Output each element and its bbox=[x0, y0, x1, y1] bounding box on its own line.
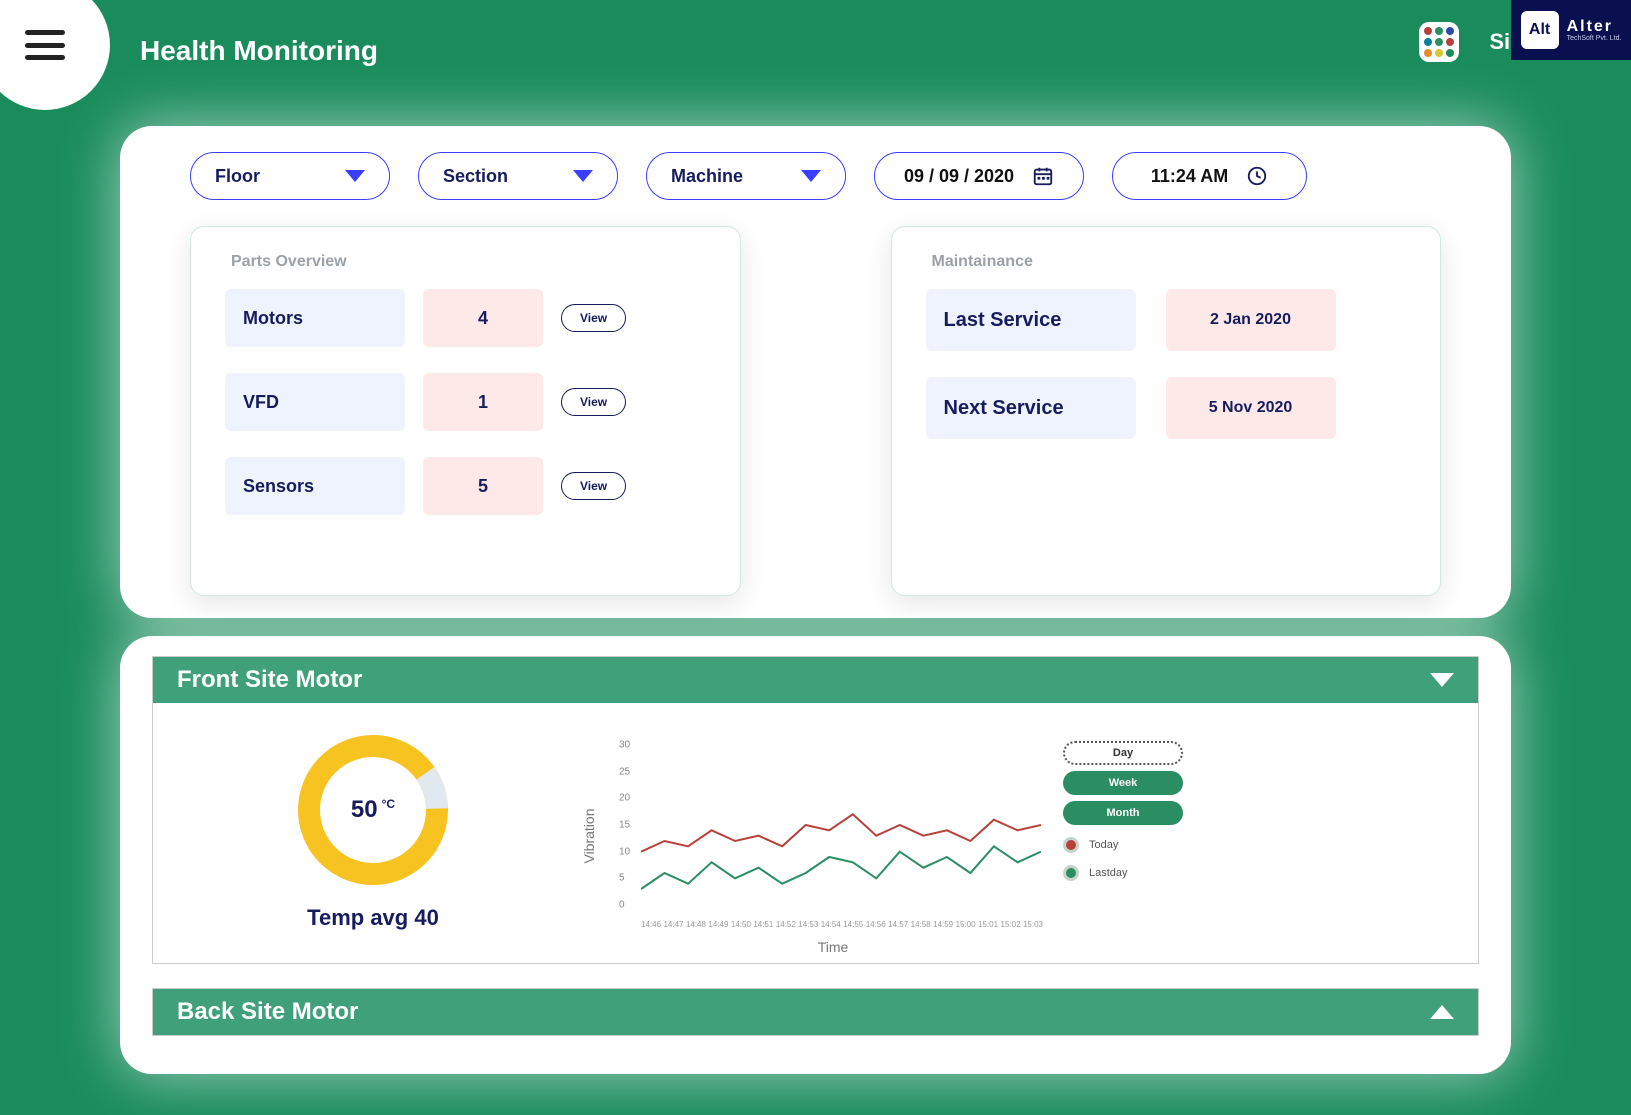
maint-label: Next Service bbox=[926, 377, 1136, 439]
part-label: VFD bbox=[225, 373, 405, 431]
floor-select[interactable]: Floor bbox=[190, 152, 390, 200]
machine-select[interactable]: Machine bbox=[646, 152, 846, 200]
part-count: 4 bbox=[423, 289, 543, 347]
maintenance-card: Maintainance Last Service 2 Jan 2020 Nex… bbox=[891, 226, 1442, 596]
maint-row-last: Last Service 2 Jan 2020 bbox=[926, 289, 1407, 351]
gauge-value: 50 bbox=[351, 796, 378, 824]
part-count: 5 bbox=[423, 457, 543, 515]
overview-panel: Floor Section Machine 09 / 09 / 2020 11:… bbox=[120, 126, 1511, 618]
scope-day-button[interactable]: Day bbox=[1063, 741, 1183, 765]
gauge-unit: °C bbox=[382, 797, 395, 811]
part-label: Motors bbox=[225, 289, 405, 347]
front-motor-body: 50 °C Temp avg 40 Vibration Time 05101520… bbox=[153, 703, 1478, 963]
part-label: Sensors bbox=[225, 457, 405, 515]
legend-today-label: Today bbox=[1089, 839, 1118, 851]
scope-week-button[interactable]: Week bbox=[1063, 771, 1183, 795]
view-button[interactable]: View bbox=[561, 304, 626, 332]
front-motor-accordion: Front Site Motor 50 °C Temp avg 40 Vibrat… bbox=[152, 656, 1479, 964]
back-motor-title: Back Site Motor bbox=[177, 998, 358, 1026]
clock-icon bbox=[1246, 165, 1268, 187]
machine-label: Machine bbox=[671, 166, 743, 187]
logo-mark: Alt bbox=[1521, 11, 1559, 49]
part-row-motors: Motors 4 View bbox=[225, 289, 706, 347]
scope-month-button[interactable]: Month bbox=[1063, 801, 1183, 825]
logo-subtext: TechSoft Pvt. Ltd. bbox=[1567, 35, 1622, 42]
logo-text: Alter bbox=[1567, 19, 1622, 35]
part-row-vfd: VFD 1 View bbox=[225, 373, 706, 431]
maint-value: 2 Jan 2020 bbox=[1166, 289, 1336, 351]
filter-bar: Floor Section Machine 09 / 09 / 2020 11:… bbox=[190, 152, 1441, 200]
chevron-down-icon bbox=[1430, 673, 1454, 687]
chart-legend: Day Week Month Today Lastday bbox=[1063, 741, 1183, 881]
date-value: 09 / 09 / 2020 bbox=[904, 166, 1014, 187]
maint-label: Last Service bbox=[926, 289, 1136, 351]
chevron-down-icon bbox=[801, 170, 821, 182]
time-value: 11:24 AM bbox=[1151, 166, 1228, 187]
legend-green-dot-icon bbox=[1063, 865, 1079, 881]
legend-lastday: Lastday bbox=[1063, 865, 1183, 881]
app-grid-icon[interactable] bbox=[1419, 22, 1459, 62]
back-motor-accordion: Back Site Motor bbox=[152, 988, 1479, 1036]
vibration-chart-area: Vibration Time 051015202530 14:4614:4714… bbox=[623, 735, 1448, 931]
legend-lastday-label: Lastday bbox=[1089, 867, 1128, 879]
part-count: 1 bbox=[423, 373, 543, 431]
date-picker[interactable]: 09 / 09 / 2020 bbox=[874, 152, 1084, 200]
view-button[interactable]: View bbox=[561, 472, 626, 500]
floor-label: Floor bbox=[215, 166, 260, 187]
temp-gauge: 50 °C Temp avg 40 bbox=[183, 735, 563, 931]
time-picker[interactable]: 11:24 AM bbox=[1112, 152, 1307, 200]
legend-today: Today bbox=[1063, 837, 1183, 853]
vibration-chart: Vibration Time 051015202530 14:4614:4714… bbox=[623, 741, 1043, 931]
parts-overview-card: Parts Overview Motors 4 View VFD 1 View … bbox=[190, 226, 741, 596]
temp-avg-label: Temp avg 40 bbox=[307, 905, 439, 931]
menu-button[interactable] bbox=[0, 0, 110, 110]
front-motor-title: Front Site Motor bbox=[177, 666, 362, 694]
back-motor-header[interactable]: Back Site Motor bbox=[153, 989, 1478, 1035]
chart-svg bbox=[641, 745, 1041, 905]
section-select[interactable]: Section bbox=[418, 152, 618, 200]
chevron-down-icon bbox=[573, 170, 593, 182]
legend-red-dot-icon bbox=[1063, 837, 1079, 853]
calendar-icon bbox=[1032, 165, 1054, 187]
maintenance-heading: Maintainance bbox=[932, 253, 1407, 271]
page-title: Health Monitoring bbox=[140, 35, 378, 67]
motors-panel: Front Site Motor 50 °C Temp avg 40 Vibrat… bbox=[120, 636, 1511, 1074]
part-row-sensors: Sensors 5 View bbox=[225, 457, 706, 515]
company-logo: Alt Alter TechSoft Pvt. Ltd. bbox=[1511, 0, 1631, 60]
chevron-down-icon bbox=[345, 170, 365, 182]
view-button[interactable]: View bbox=[561, 388, 626, 416]
chart-xlabel: Time bbox=[818, 939, 849, 955]
parts-heading: Parts Overview bbox=[231, 253, 706, 271]
chart-ylabel: Vibration bbox=[581, 808, 597, 863]
chevron-up-icon bbox=[1430, 1005, 1454, 1019]
section-label: Section bbox=[443, 166, 508, 187]
maint-row-next: Next Service 5 Nov 2020 bbox=[926, 377, 1407, 439]
front-motor-header[interactable]: Front Site Motor bbox=[153, 657, 1478, 703]
maint-value: 5 Nov 2020 bbox=[1166, 377, 1336, 439]
hamburger-icon bbox=[25, 30, 65, 60]
